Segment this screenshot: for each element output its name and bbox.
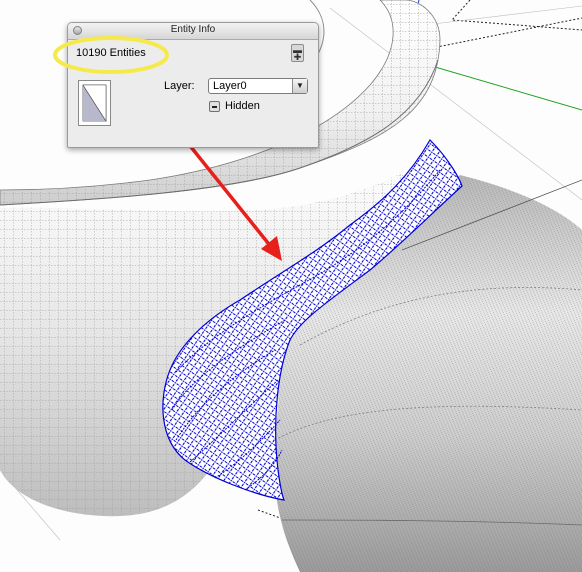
hidden-checkbox[interactable] — [209, 101, 220, 112]
layer-select[interactable]: Layer0 ▼ — [208, 78, 308, 94]
titlebar[interactable]: Entity Info — [68, 23, 318, 40]
entity-info-window: Entity Info 10190 Entities ▬ ✚ Layer: Lay… — [67, 22, 319, 148]
hidden-label: Hidden — [225, 100, 260, 112]
window-title: Entity Info — [170, 24, 216, 35]
entity-count: 10190 Entities — [76, 47, 146, 59]
chevron-down-icon: ▼ — [292, 79, 307, 93]
layer-label: Layer: — [164, 80, 195, 92]
material-swatch[interactable] — [78, 80, 111, 126]
layer-select-value: Layer0 — [213, 80, 247, 92]
expand-icon[interactable]: ▬ ✚ — [291, 44, 304, 62]
